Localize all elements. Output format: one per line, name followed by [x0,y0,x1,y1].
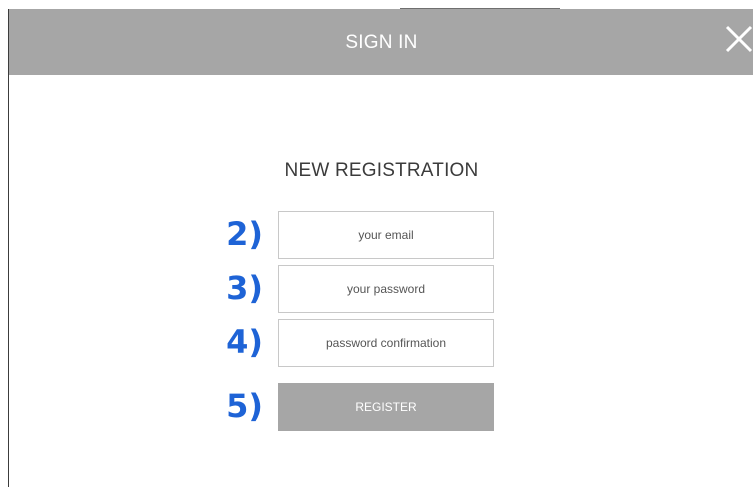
email-field[interactable] [278,211,494,259]
sign-in-dialog: SIGN IN NEW REGISTRATION 2) 3) 4) 5) REG… [8,9,753,487]
dialog-title: SIGN IN [345,32,418,53]
annotation-step-3: 3) [226,269,263,307]
register-button[interactable]: REGISTER [278,383,494,431]
annotation-step-5: 5) [226,387,263,425]
annotation-step-4: 4) [226,323,263,361]
dialog-header: SIGN IN [9,9,753,75]
annotation-step-2: 2) [226,215,263,253]
close-button[interactable] [721,21,753,55]
password-confirmation-field[interactable] [278,319,494,367]
registration-heading: NEW REGISTRATION [284,160,479,181]
close-icon [725,25,753,53]
password-field[interactable] [278,265,494,313]
